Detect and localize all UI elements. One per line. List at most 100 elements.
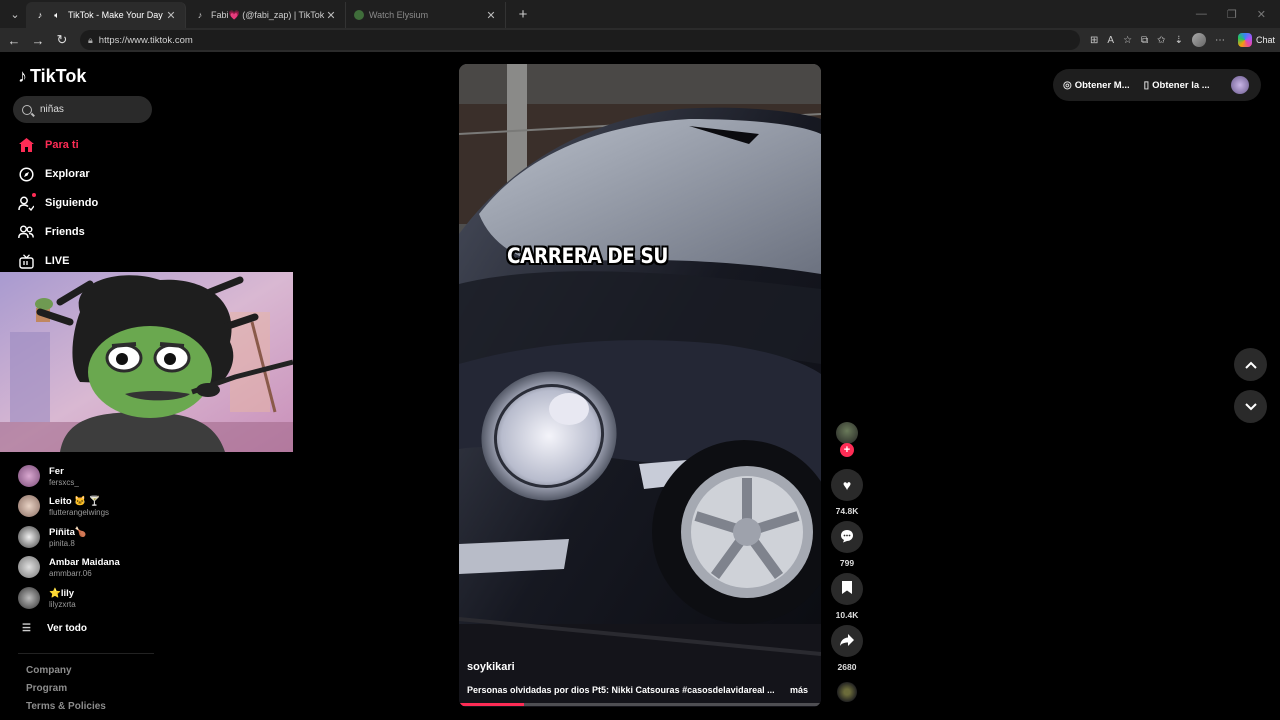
- avatar: [18, 556, 40, 578]
- heart-icon: ♥: [842, 477, 852, 493]
- tab-fabi-profile[interactable]: ♪ Fabi💗 (@fabi_zap) | TikTok ✕: [186, 2, 346, 28]
- account-handle: lilyzxrta: [49, 599, 76, 609]
- see-all-label: Ver todo: [46, 623, 87, 634]
- favorite-star-icon[interactable]: ☆: [1123, 35, 1132, 46]
- description-more-button[interactable]: más: [790, 685, 808, 695]
- creator-avatar[interactable]: [836, 422, 858, 444]
- browser-tab-bar: ⌄ ♪ 🔈︎ TikTok - Make Your Day ✕ ♪ Fabi💗 …: [0, 0, 1280, 28]
- tab-watch-elysium[interactable]: Watch Elysium ✕: [346, 2, 506, 28]
- live-icon: [18, 253, 34, 269]
- chevron-down-icon: [1244, 399, 1257, 414]
- tiktok-favicon-icon: ♪: [37, 10, 43, 20]
- coin-icon: ◎: [1063, 79, 1072, 91]
- lock-icon[interactable]: 🔒︎: [88, 35, 93, 46]
- share-count: 2680: [837, 662, 857, 672]
- get-coins-label: Obtener M...: [1074, 79, 1130, 91]
- avatar: [18, 526, 40, 548]
- comment-count: 799: [839, 558, 855, 568]
- refresh-icon[interactable]: ↻: [50, 28, 74, 52]
- logo-text: TikTok: [30, 66, 87, 86]
- nav-item-explorar[interactable]: Explorar: [18, 166, 90, 182]
- translate-icon[interactable]: A: [1107, 35, 1114, 46]
- nav-item-live[interactable]: LIVE: [18, 253, 69, 269]
- new-tab-plus-icon[interactable]: +: [512, 3, 534, 25]
- more-menu-icon[interactable]: ⋯: [1215, 35, 1225, 46]
- nav-label: Explorar: [45, 168, 90, 180]
- get-coins-button[interactable]: ◎ Obtener M...: [1063, 80, 1130, 91]
- nav-label: Friends: [45, 226, 85, 238]
- video-progress-bar[interactable]: [459, 703, 821, 706]
- tab-list-chevron-icon[interactable]: ⌄: [4, 3, 26, 25]
- share-arrow-icon: [840, 633, 854, 649]
- phone-icon: ▯: [1143, 79, 1150, 91]
- tab-title: TikTok - Make Your Day: [68, 10, 163, 20]
- back-arrow-icon[interactable]: ←: [2, 28, 26, 52]
- copilot-icon: [1237, 33, 1252, 47]
- account-item-fer[interactable]: Fer fersxcs_: [18, 465, 79, 487]
- close-window-icon[interactable]: ✕: [1257, 8, 1266, 21]
- user-avatar[interactable]: [1231, 76, 1249, 94]
- video-caption-overlay: CARRERA DE SU: [507, 244, 668, 268]
- window-controls: — ❐ ✕: [1196, 8, 1280, 21]
- next-video-button[interactable]: [1234, 390, 1267, 423]
- account-name: Leito 🐱 🍸: [49, 495, 101, 507]
- tab-tiktok-home[interactable]: ♪ 🔈︎ TikTok - Make Your Day ✕: [26, 2, 186, 28]
- nav-item-friends[interactable]: Friends: [18, 224, 85, 240]
- get-app-label: Obtener la ...: [1152, 79, 1210, 91]
- account-handle: fersxcs_: [49, 477, 79, 487]
- friends-icon: [18, 224, 34, 240]
- comment-bubble-icon: [840, 529, 854, 546]
- footer-link-company[interactable]: Company: [26, 665, 72, 676]
- compass-icon: [18, 166, 34, 182]
- profile-avatar-icon[interactable]: [1191, 33, 1206, 47]
- account-item-ambar[interactable]: Ambar Maidana ammbarr.06: [18, 556, 120, 578]
- forward-arrow-icon[interactable]: →: [26, 28, 50, 52]
- apps-grid-icon[interactable]: ⊞: [1090, 35, 1098, 46]
- video-player[interactable]: CARRERA DE SU soykikari Personas olvidad…: [459, 64, 821, 707]
- restore-icon[interactable]: ❐: [1227, 8, 1237, 21]
- minimize-icon[interactable]: —: [1196, 8, 1207, 21]
- save-button[interactable]: [831, 573, 863, 605]
- streamer-avatar-illustration: [0, 272, 293, 452]
- downloads-icon[interactable]: ⇣: [1175, 35, 1183, 46]
- copilot-chat-button[interactable]: Chat: [1237, 33, 1275, 47]
- video-author[interactable]: soykikari: [467, 661, 515, 673]
- video-description: Personas olvidadas por dios Pt5: Nikki C…: [467, 685, 775, 695]
- url-field[interactable]: 🔒︎ https://www.tiktok.com: [80, 30, 1080, 50]
- nav-label: LIVE: [45, 255, 70, 267]
- bookmark-icon: [842, 581, 852, 597]
- account-item-lily[interactable]: ⭐lily lilyzxrta: [18, 587, 76, 609]
- account-item-leito[interactable]: Leito 🐱 🍸 flutterangelwings: [18, 495, 109, 517]
- home-icon: [18, 137, 34, 153]
- see-all-button[interactable]: ☰ Ver todo: [22, 623, 87, 634]
- video-frame-car: [459, 64, 821, 707]
- search-icon: [22, 104, 32, 115]
- nav-item-siguiendo[interactable]: Siguiendo: [18, 193, 98, 211]
- get-app-button[interactable]: ▯ Obtener la ...: [1144, 80, 1210, 91]
- like-button[interactable]: ♥: [831, 469, 863, 501]
- account-handle: pinita.8: [49, 538, 75, 548]
- nav-item-para-ti[interactable]: Para ti: [18, 137, 79, 153]
- share-button[interactable]: [831, 625, 863, 657]
- like-count: 74.8K: [835, 506, 859, 516]
- tab-close-icon[interactable]: ✕: [165, 9, 177, 22]
- top-right-actions: ◎ Obtener M... ▯ Obtener la ...: [1053, 69, 1261, 101]
- music-disc-icon[interactable]: [837, 682, 857, 702]
- favorites-collection-icon[interactable]: ✩: [1157, 35, 1165, 46]
- avatar: [18, 465, 40, 487]
- footer-link-program[interactable]: Program: [26, 683, 67, 694]
- previous-video-button[interactable]: [1234, 348, 1267, 381]
- account-item-pinita[interactable]: Piñita🍗 pinita.8: [18, 526, 87, 548]
- url-text: https://www.tiktok.com: [98, 34, 193, 46]
- tab-close-icon[interactable]: ✕: [485, 9, 497, 22]
- footer-link-terms[interactable]: Terms & Policies: [26, 701, 106, 712]
- tiktok-logo[interactable]: ♪ TikTok: [18, 66, 86, 87]
- avatar: [18, 587, 40, 609]
- speaker-icon[interactable]: 🔈︎: [51, 9, 63, 21]
- comment-button[interactable]: [831, 521, 863, 553]
- account-name: Ambar Maidana: [49, 556, 120, 568]
- tab-close-icon[interactable]: ✕: [325, 9, 337, 22]
- search-input[interactable]: niñas: [13, 96, 152, 123]
- follow-plus-icon[interactable]: +: [840, 443, 854, 457]
- extensions-icon[interactable]: ⧉: [1141, 35, 1148, 46]
